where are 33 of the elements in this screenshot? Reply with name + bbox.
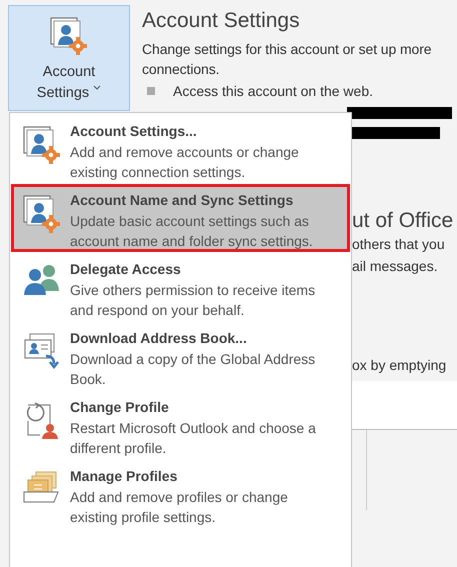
menu-item-description: Download a copy of the Global Address Book. [70,350,316,389]
account-gear-icon [22,125,62,165]
section-description: others that you [352,235,446,254]
menu-item-title: Manage Profiles [70,468,178,484]
caret-icon [93,85,102,91]
address-book-download-icon [22,332,62,370]
bullet-icon [147,87,155,95]
people-icon [22,263,62,297]
menu-item[interactable]: Download Address Book... Download a copy of the Global Address Book. [11,322,350,390]
menu-item-description: Give others permission to receive items and respond on your behalf. [70,281,316,320]
menu-item[interactable]: Change Profile Restart Microsoft Outlook and choose a different profile. [11,391,350,459]
section-title: ut of Office [352,209,454,233]
menu-item-title: Account Name and Sync Settings [70,192,294,208]
menu-item-title: Account Settings... [70,123,198,139]
menu-item[interactable]: Manage Profiles Add and remove profiles or change existing profile settings. [11,460,350,528]
menu-item-title: Delegate Access [70,261,182,277]
menu-item-description: Add and remove profiles or change existing profile settings. [70,488,289,527]
menu-item-description: Update basic account settings such as account name and folder sync settings. [70,212,314,251]
menu-item[interactable]: Account Settings... Add and remove accounts or change existing connection settings. [11,115,350,183]
menu-item-title: Change Profile [70,399,170,415]
web-access-text: Access this account on the web. [173,83,373,99]
account-settings-button[interactable]: Account Settings [8,5,130,111]
section-description: ail messages. [352,257,439,276]
menu-item-description: Restart Microsoft Outlook and choose a different profile. [70,419,317,458]
section-description: Change settings for this account or set up more connections. [142,40,432,79]
account-gear-icon [49,16,89,56]
account-gear-icon [22,194,62,234]
menu-item-description: Add and remove accounts or change existing connection settings. [70,143,300,182]
menu-item[interactable]: Delegate Access Give others permission to receive items and respond on your behalf. [11,253,350,321]
section-description: ox by emptying [352,357,448,373]
menu-item-title: Download Address Book... [70,330,248,346]
section-title: Account Settings [142,9,301,33]
menu-item[interactable]: Account Name and Sync Settings Update basic account settings such as account name and folder sync settings. [11,184,350,252]
